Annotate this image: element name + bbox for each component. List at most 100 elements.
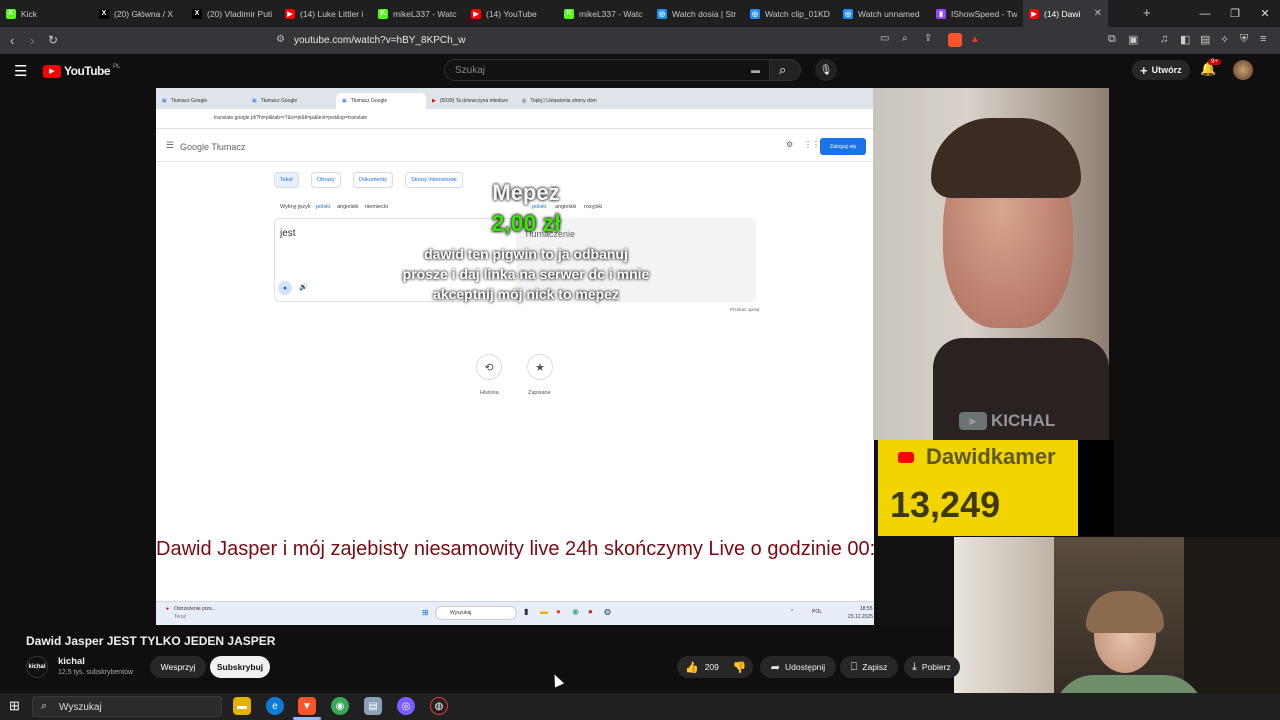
keyboard-icon[interactable]: ▬ [751,65,760,75]
brave-rewards-icon[interactable]: ▲ [970,34,980,45]
history-icon: ⟲ [476,354,502,380]
browser-tab[interactable]: ▶ (14) YouTube [465,0,558,27]
google-translate-icon: ▣ [252,97,257,104]
download-button[interactable]: ⤓ Pobierz [904,656,960,678]
taskbar-search[interactable]: ⌕ Wyszukaj [32,696,222,717]
youtube-logo[interactable]: ▶ YouTube PL [43,64,120,78]
lang-option: angielski [337,204,359,210]
app-icon[interactable]: ▤ [364,697,382,715]
browser-tab[interactable]: ◎ Watch dosia | Str [651,0,744,27]
search-input[interactable]: Szukaj ▬ [444,59,770,81]
forward-icon[interactable]: › [30,33,34,48]
youtube-header: ☰ ▶ YouTube PL Szukaj ▬ ⌕ 🎙 + Utwórz 🔔 9… [0,54,1280,88]
saved-star-icon: ★ [527,354,553,380]
video-player[interactable]: ▣ Tłumacz Google ▣ Tłumacz Google ▣ Tłumacz… [156,88,954,625]
minimize-icon[interactable]: — [1190,0,1220,27]
browser-tab[interactable]: KmikeL337 - Watc [372,0,465,27]
dislike-icon[interactable]: 👎 [733,661,747,674]
browser-tab[interactable]: X (20) Vladimir Puti [186,0,279,27]
download-icon: ⤓ [912,660,917,673]
reload-icon[interactable]: ↻ [48,33,58,47]
wallet-icon[interactable]: ▣ [1128,33,1138,46]
google-translate-header: ☰ Google Tłumacz ⚙ ⋮⋮ Zaloguj się [156,130,874,162]
shared-screen: ▣ Tłumacz Google ▣ Tłumacz Google ▣ Tłumacz… [156,88,897,625]
cast-icon[interactable]: ▭ [880,33,889,44]
edge-icon[interactable]: e [266,697,284,715]
extensions-icon[interactable]: ⧉ [1108,33,1116,46]
maximize-icon[interactable]: ❐ [1220,0,1250,27]
brave-icon: ● [556,607,561,616]
app-icon[interactable]: ◍ [430,697,448,715]
browser-tab-label: (14) Dawi [1044,8,1081,19]
browser-toolbar: ‹ › ↻ ☐ ⚙ youtube.com/watch?v=hBY_8KPCh_… [0,27,1280,54]
obs-icon[interactable]: ◎ [397,697,415,715]
new-tab-icon[interactable]: + [1143,5,1151,20]
save-label: Zapisz [862,662,888,672]
microphone-icon: 🎙 [819,64,833,76]
share-label: Udostępnij [785,662,826,672]
browser-tab[interactable]: ◎ Watch clip_01KD [744,0,837,27]
youtube-icon: ▶ [471,8,481,19]
browser-tab[interactable]: ▶ (14) Luke Littler i [279,0,372,27]
like-icon[interactable]: 👍 [685,661,699,674]
kichal-watermark: ▶ KICHAL [959,411,1055,431]
browser-tab-label: IShowSpeed - Tw [951,8,1017,19]
login-button: Zaloguj się [820,138,866,155]
subscribe-button[interactable]: Subskrybuj [210,656,270,678]
vpn-icon[interactable]: ⛨ [1240,33,1248,46]
channel-name[interactable]: kichal [58,656,85,667]
sidebar-icon[interactable]: ◧ [1180,33,1190,46]
browser-tab[interactable]: ◎ Watch unnamed [837,0,930,27]
share-button[interactable]: ➦ Udostępnij [760,656,836,678]
media-icon[interactable]: ♫ [1160,33,1168,45]
wallet2-icon[interactable]: ▤ [1200,33,1210,46]
inner-lang: POL [812,609,823,615]
like-count: 209 [704,662,719,672]
back-icon[interactable]: ‹ [10,33,14,48]
google-translate-logo: Google Tłumacz [180,142,246,152]
inner-date: 23.12.2025 [848,614,874,620]
inner-tab-active: ▣ Tłumacz Google [336,92,426,109]
browser-tab[interactable]: X (20) Główna / X [93,0,186,27]
brave-shields-icon[interactable] [948,33,962,47]
browser-tab[interactable]: ▮ IShowSpeed - Tw [930,0,1023,27]
globe-icon: ◎ [750,8,760,19]
inner-tab-label: (5039) Ta dziewczyna młodsze [439,97,509,104]
file-explorer-icon[interactable]: ▬ [233,697,251,715]
globe-icon: ◎ [843,8,853,19]
voice-search-button[interactable]: 🎙 [815,59,837,81]
inner-tab-label: Tłumacz Google [350,97,388,104]
close-tab-icon[interactable]: ✕ [1094,8,1102,19]
create-button[interactable]: + Utwórz [1132,60,1190,80]
mode-label: Dokumenty [359,177,387,183]
windows-start-icon[interactable]: ⊞ [9,698,20,714]
chrome-icon[interactable]: ◉ [331,697,349,715]
support-button[interactable]: Wesprzyj [150,656,206,678]
address-bar[interactable]: ⚙ youtube.com/watch?v=hBY_8KPCh_w [244,30,990,51]
share-page-icon[interactable]: ⇪ [924,33,932,44]
site-info-icon[interactable]: ⚙ [276,34,285,45]
like-dislike-group: 👍 209 👎 [677,656,753,678]
inner-tab: ▶ (5039) Ta dziewczyna młodsze [426,93,516,109]
close-window-icon[interactable]: ✕ [1250,0,1280,27]
channel-avatar[interactable]: kichal [26,656,48,678]
browser-tab[interactable]: K Kick [0,0,93,27]
globe-icon: ◎ [657,8,667,19]
account-avatar[interactable] [1233,60,1253,80]
browser-tab[interactable]: KmikeL337 - Watc [558,0,651,27]
inner-time: 18:55 [860,606,873,612]
save-button[interactable]: ⎕ Zapisz [840,656,898,678]
search-button[interactable]: ⌕ [769,59,801,81]
menu-icon[interactable]: ≡ [1260,33,1266,45]
streamer-webcam: ▶ KICHAL [873,88,1109,440]
youtube-region: PL [113,64,121,70]
hamburger-icon[interactable]: ☰ [14,62,27,80]
browser-tab[interactable]: ▶ (14) Dawi ✕ [1023,0,1108,27]
brave-icon[interactable]: ▼ [298,697,316,715]
twitch-icon: ▮ [936,8,946,19]
lang-option: polski [316,204,331,210]
kick-icon: K [6,8,16,19]
leo-icon[interactable]: ✧ [1220,33,1229,46]
zoom-icon[interactable]: ⌕ [902,33,908,44]
mode-label: Tekst [280,177,293,183]
